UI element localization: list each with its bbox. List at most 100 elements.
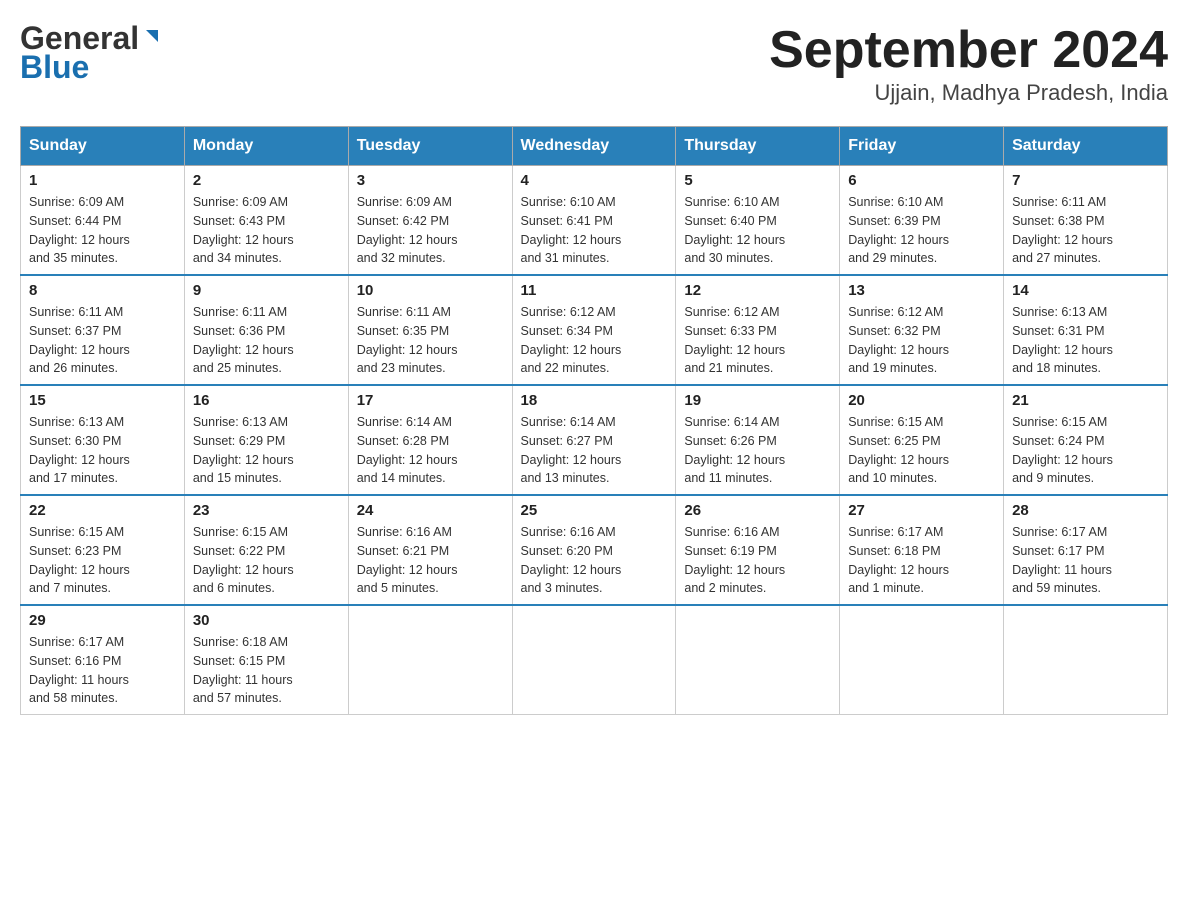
- table-row: 26 Sunrise: 6:16 AMSunset: 6:19 PMDaylig…: [676, 495, 840, 605]
- calendar-week-row: 8 Sunrise: 6:11 AMSunset: 6:37 PMDayligh…: [21, 275, 1168, 385]
- day-info: Sunrise: 6:09 AMSunset: 6:42 PMDaylight:…: [357, 193, 504, 268]
- day-info: Sunrise: 6:15 AMSunset: 6:24 PMDaylight:…: [1012, 413, 1159, 488]
- table-row: 6 Sunrise: 6:10 AMSunset: 6:39 PMDayligh…: [840, 166, 1004, 276]
- table-row: 9 Sunrise: 6:11 AMSunset: 6:36 PMDayligh…: [184, 275, 348, 385]
- day-number: 18: [521, 392, 668, 409]
- day-info: Sunrise: 6:10 AMSunset: 6:39 PMDaylight:…: [848, 193, 995, 268]
- table-row: 15 Sunrise: 6:13 AMSunset: 6:30 PMDaylig…: [21, 385, 185, 495]
- day-info: Sunrise: 6:12 AMSunset: 6:32 PMDaylight:…: [848, 303, 995, 378]
- day-info: Sunrise: 6:14 AMSunset: 6:26 PMDaylight:…: [684, 413, 831, 488]
- day-number: 27: [848, 502, 995, 519]
- day-number: 24: [357, 502, 504, 519]
- table-row: 16 Sunrise: 6:13 AMSunset: 6:29 PMDaylig…: [184, 385, 348, 495]
- table-row: 29 Sunrise: 6:17 AMSunset: 6:16 PMDaylig…: [21, 605, 185, 715]
- calendar-week-row: 1 Sunrise: 6:09 AMSunset: 6:44 PMDayligh…: [21, 166, 1168, 276]
- table-row: 7 Sunrise: 6:11 AMSunset: 6:38 PMDayligh…: [1004, 166, 1168, 276]
- table-row: [840, 605, 1004, 715]
- day-number: 17: [357, 392, 504, 409]
- day-info: Sunrise: 6:17 AMSunset: 6:16 PMDaylight:…: [29, 633, 176, 708]
- day-info: Sunrise: 6:15 AMSunset: 6:23 PMDaylight:…: [29, 523, 176, 598]
- day-number: 26: [684, 502, 831, 519]
- table-row: 19 Sunrise: 6:14 AMSunset: 6:26 PMDaylig…: [676, 385, 840, 495]
- day-info: Sunrise: 6:16 AMSunset: 6:19 PMDaylight:…: [684, 523, 831, 598]
- day-number: 12: [684, 282, 831, 299]
- logo-blue: Blue: [20, 49, 89, 86]
- day-number: 6: [848, 172, 995, 189]
- table-row: 24 Sunrise: 6:16 AMSunset: 6:21 PMDaylig…: [348, 495, 512, 605]
- day-info: Sunrise: 6:14 AMSunset: 6:27 PMDaylight:…: [521, 413, 668, 488]
- table-row: [348, 605, 512, 715]
- day-info: Sunrise: 6:11 AMSunset: 6:37 PMDaylight:…: [29, 303, 176, 378]
- day-info: Sunrise: 6:11 AMSunset: 6:35 PMDaylight:…: [357, 303, 504, 378]
- day-number: 4: [521, 172, 668, 189]
- day-info: Sunrise: 6:13 AMSunset: 6:29 PMDaylight:…: [193, 413, 340, 488]
- table-row: 21 Sunrise: 6:15 AMSunset: 6:24 PMDaylig…: [1004, 385, 1168, 495]
- table-row: 22 Sunrise: 6:15 AMSunset: 6:23 PMDaylig…: [21, 495, 185, 605]
- day-info: Sunrise: 6:12 AMSunset: 6:33 PMDaylight:…: [684, 303, 831, 378]
- day-info: Sunrise: 6:09 AMSunset: 6:43 PMDaylight:…: [193, 193, 340, 268]
- day-number: 10: [357, 282, 504, 299]
- day-info: Sunrise: 6:13 AMSunset: 6:30 PMDaylight:…: [29, 413, 176, 488]
- table-row: [512, 605, 676, 715]
- table-row: 27 Sunrise: 6:17 AMSunset: 6:18 PMDaylig…: [840, 495, 1004, 605]
- col-sunday: Sunday: [21, 127, 185, 166]
- page-header: General Blue September 2024 Ujjain, Madh…: [20, 20, 1168, 106]
- day-number: 9: [193, 282, 340, 299]
- day-info: Sunrise: 6:10 AMSunset: 6:41 PMDaylight:…: [521, 193, 668, 268]
- day-number: 19: [684, 392, 831, 409]
- table-row: 23 Sunrise: 6:15 AMSunset: 6:22 PMDaylig…: [184, 495, 348, 605]
- day-number: 15: [29, 392, 176, 409]
- col-friday: Friday: [840, 127, 1004, 166]
- day-number: 3: [357, 172, 504, 189]
- calendar-table: Sunday Monday Tuesday Wednesday Thursday…: [20, 126, 1168, 715]
- calendar-week-row: 22 Sunrise: 6:15 AMSunset: 6:23 PMDaylig…: [21, 495, 1168, 605]
- day-info: Sunrise: 6:17 AMSunset: 6:18 PMDaylight:…: [848, 523, 995, 598]
- table-row: 12 Sunrise: 6:12 AMSunset: 6:33 PMDaylig…: [676, 275, 840, 385]
- day-number: 16: [193, 392, 340, 409]
- table-row: [1004, 605, 1168, 715]
- day-number: 2: [193, 172, 340, 189]
- table-row: 2 Sunrise: 6:09 AMSunset: 6:43 PMDayligh…: [184, 166, 348, 276]
- day-number: 25: [521, 502, 668, 519]
- day-number: 30: [193, 612, 340, 629]
- table-row: 11 Sunrise: 6:12 AMSunset: 6:34 PMDaylig…: [512, 275, 676, 385]
- day-number: 23: [193, 502, 340, 519]
- col-monday: Monday: [184, 127, 348, 166]
- day-number: 5: [684, 172, 831, 189]
- table-row: 10 Sunrise: 6:11 AMSunset: 6:35 PMDaylig…: [348, 275, 512, 385]
- day-number: 13: [848, 282, 995, 299]
- col-tuesday: Tuesday: [348, 127, 512, 166]
- day-info: Sunrise: 6:09 AMSunset: 6:44 PMDaylight:…: [29, 193, 176, 268]
- day-info: Sunrise: 6:16 AMSunset: 6:21 PMDaylight:…: [357, 523, 504, 598]
- calendar-week-row: 29 Sunrise: 6:17 AMSunset: 6:16 PMDaylig…: [21, 605, 1168, 715]
- table-row: 28 Sunrise: 6:17 AMSunset: 6:17 PMDaylig…: [1004, 495, 1168, 605]
- day-number: 11: [521, 282, 668, 299]
- table-row: 13 Sunrise: 6:12 AMSunset: 6:32 PMDaylig…: [840, 275, 1004, 385]
- page-subtitle: Ujjain, Madhya Pradesh, India: [769, 80, 1168, 106]
- day-info: Sunrise: 6:14 AMSunset: 6:28 PMDaylight:…: [357, 413, 504, 488]
- table-row: 20 Sunrise: 6:15 AMSunset: 6:25 PMDaylig…: [840, 385, 1004, 495]
- day-number: 29: [29, 612, 176, 629]
- table-row: 14 Sunrise: 6:13 AMSunset: 6:31 PMDaylig…: [1004, 275, 1168, 385]
- day-number: 20: [848, 392, 995, 409]
- day-info: Sunrise: 6:18 AMSunset: 6:15 PMDaylight:…: [193, 633, 340, 708]
- day-number: 14: [1012, 282, 1159, 299]
- title-block: September 2024 Ujjain, Madhya Pradesh, I…: [769, 20, 1168, 106]
- day-number: 8: [29, 282, 176, 299]
- day-info: Sunrise: 6:11 AMSunset: 6:36 PMDaylight:…: [193, 303, 340, 378]
- table-row: [676, 605, 840, 715]
- day-number: 21: [1012, 392, 1159, 409]
- page-title: September 2024: [769, 20, 1168, 80]
- calendar-header-row: Sunday Monday Tuesday Wednesday Thursday…: [21, 127, 1168, 166]
- table-row: 5 Sunrise: 6:10 AMSunset: 6:40 PMDayligh…: [676, 166, 840, 276]
- logo: General Blue: [20, 20, 163, 86]
- day-number: 1: [29, 172, 176, 189]
- day-info: Sunrise: 6:17 AMSunset: 6:17 PMDaylight:…: [1012, 523, 1159, 598]
- table-row: 18 Sunrise: 6:14 AMSunset: 6:27 PMDaylig…: [512, 385, 676, 495]
- table-row: 1 Sunrise: 6:09 AMSunset: 6:44 PMDayligh…: [21, 166, 185, 276]
- col-saturday: Saturday: [1004, 127, 1168, 166]
- day-info: Sunrise: 6:16 AMSunset: 6:20 PMDaylight:…: [521, 523, 668, 598]
- day-info: Sunrise: 6:10 AMSunset: 6:40 PMDaylight:…: [684, 193, 831, 268]
- table-row: 17 Sunrise: 6:14 AMSunset: 6:28 PMDaylig…: [348, 385, 512, 495]
- day-number: 7: [1012, 172, 1159, 189]
